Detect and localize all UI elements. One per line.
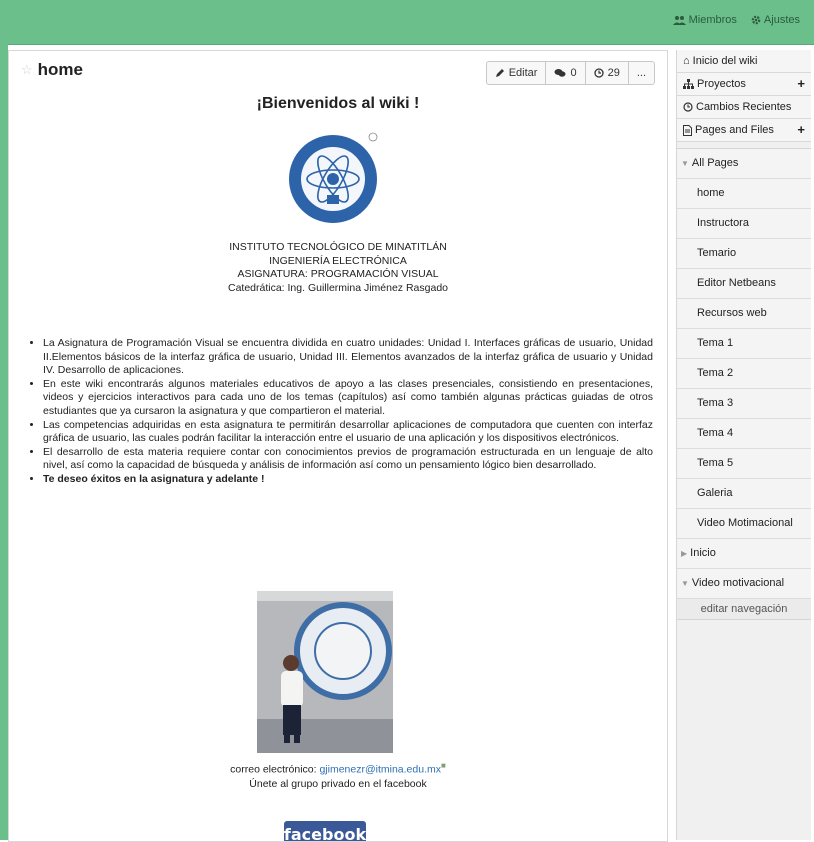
nav-item-recursos-web[interactable]: Recursos web	[677, 299, 811, 329]
members-link[interactable]: Miembros	[672, 14, 737, 26]
contact-info: correo electrónico: gjimenezr@itmina.edu…	[9, 759, 667, 791]
add-project-button[interactable]: +	[797, 73, 805, 95]
caret-down-icon: ▼	[681, 579, 689, 588]
sidebar-item-pages-files[interactable]: Pages and Files +	[677, 119, 811, 142]
sidebar-item-projects[interactable]: Proyectos +	[677, 73, 811, 96]
members-label: Miembros	[688, 14, 737, 26]
nav-label: Video motivacional	[691, 577, 785, 589]
list-item: El desarrollo de esta materia requiere c…	[43, 446, 653, 473]
external-link-icon: ■	[441, 761, 446, 770]
edit-button[interactable]: Editar	[485, 61, 547, 85]
top-bar: Miembros Ajustes	[0, 0, 814, 45]
star-icon[interactable]: ☆	[21, 62, 33, 78]
page-header: ☆ home	[21, 60, 83, 80]
sidebar-item-label: Proyectos	[697, 78, 746, 90]
email-line: correo electrónico: gjimenezr@itmina.edu…	[9, 759, 667, 777]
sidebar-main-links: ⌂ Inicio del wiki Proyectos + Cambios Re…	[677, 50, 811, 142]
top-links: Miembros Ajustes	[672, 14, 800, 26]
email-link[interactable]: gjimenezr@itmina.edu.mx	[319, 764, 441, 776]
gear-icon	[751, 15, 761, 25]
nav-item-video-motimacional[interactable]: Video Motimacional	[677, 509, 811, 539]
sidebar-item-label: Cambios Recientes	[696, 101, 792, 113]
sidebar-item-wiki-home[interactable]: ⌂ Inicio del wiki	[677, 50, 811, 73]
edit-label: Editar	[508, 67, 538, 79]
users-icon	[672, 16, 686, 25]
add-page-button[interactable]: +	[797, 119, 805, 141]
nav-label: Inicio	[690, 547, 716, 559]
nav-item-home[interactable]: home	[677, 179, 811, 209]
left-edge	[0, 44, 8, 840]
list-item: En este wiki encontrarás algunos materia…	[43, 378, 653, 419]
facebook-button[interactable]: facebook	[284, 821, 366, 841]
list-item: Las competencias adquiridas en esta asig…	[43, 419, 653, 446]
navigation-tree: ▼ All Pages home Instructora Temario Edit…	[677, 148, 811, 620]
comments-button[interactable]: 0	[545, 61, 586, 85]
nav-item-editor-netbeans[interactable]: Editor Netbeans	[677, 269, 811, 299]
history-count: 29	[607, 67, 620, 79]
institute-seal-logo	[289, 132, 378, 223]
list-item: La Asignatura de Programación Visual se …	[43, 337, 653, 378]
page-actions: Editar 0 29 ...	[485, 61, 655, 85]
teacher-name: Catedrática: Ing. Guillermina Jiménez Ra…	[227, 281, 449, 294]
welcome-heading: ¡Bienvenidos al wiki !	[256, 95, 420, 112]
caret-right-icon: ▶	[681, 549, 688, 558]
caret-down-icon: ▼	[681, 159, 689, 168]
history-button[interactable]: 29	[584, 61, 629, 85]
home-icon: ⌂	[683, 55, 690, 67]
nav-group-all-pages[interactable]: ▼ All Pages	[677, 149, 811, 179]
sidebar-item-recent-changes[interactable]: Cambios Recientes	[677, 96, 811, 119]
nav-group-video-motivacional[interactable]: ▼ Video motivacional	[677, 569, 811, 599]
nav-item-tema-1[interactable]: Tema 1	[677, 329, 811, 359]
institute-info: INSTITUTO TECNOLÓGICO DE MINATITLÁN INGE…	[9, 241, 667, 295]
settings-link[interactable]: Ajustes	[751, 14, 800, 26]
comments-icon	[554, 69, 566, 77]
sidebar-item-label: Pages and Files	[695, 124, 774, 136]
page-title: home	[37, 60, 83, 79]
more-label: ...	[636, 67, 646, 79]
email-label: correo electrónico:	[230, 763, 320, 776]
nav-label: All Pages	[691, 157, 739, 169]
institute-name: INSTITUTO TECNOLÓGICO DE MINATITLÁN	[229, 241, 447, 253]
sitemap-icon	[683, 79, 694, 89]
nav-item-tema-3[interactable]: Tema 3	[677, 389, 811, 419]
edit-navigation-link[interactable]: editar navegación	[677, 599, 811, 620]
settings-label: Ajustes	[763, 14, 800, 26]
pencil-icon	[495, 69, 504, 77]
facebook-invite-text: Únete al grupo privado en el facebook	[249, 777, 427, 790]
sidebar: ⌂ Inicio del wiki Proyectos + Cambios Re…	[676, 50, 811, 840]
nav-item-instructora[interactable]: Instructora	[677, 209, 811, 239]
clock-icon	[593, 68, 604, 78]
nav-group-inicio[interactable]: ▶ Inicio	[677, 539, 811, 569]
more-button[interactable]: ...	[627, 61, 655, 85]
sidebar-item-label: Inicio del wiki	[692, 55, 758, 67]
course-name: ASIGNATURA: PROGRAMACIÓN VISUAL	[237, 268, 439, 280]
file-icon	[683, 124, 692, 136]
clock-icon	[683, 102, 693, 112]
nav-item-galeria[interactable]: Galeria	[677, 479, 811, 509]
nav-item-tema-4[interactable]: Tema 4	[677, 419, 811, 449]
comments-count: 0	[570, 67, 577, 79]
nav-item-temario[interactable]: Temario	[677, 239, 811, 269]
main-content: ☆ home Editar 0 29 ... ¡Bienvenidos al w…	[8, 50, 668, 842]
course-info-list: La Asignatura de Programación Visual se …	[25, 337, 653, 487]
nav-item-tema-2[interactable]: Tema 2	[677, 359, 811, 389]
nav-item-tema-5[interactable]: Tema 5	[677, 449, 811, 479]
instructor-photo	[257, 591, 393, 753]
list-item: Te deseo éxitos en la asignatura y adela…	[43, 473, 653, 487]
career-name: INGENIERÍA ELECTRÓNICA	[269, 254, 407, 267]
